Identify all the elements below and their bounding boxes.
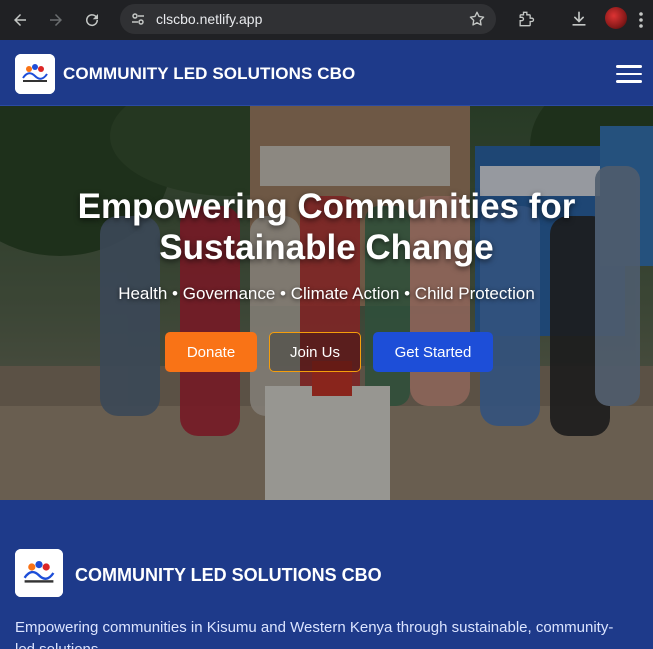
about-title: COMMUNITY LED SOLUTIONS CBO [75,565,382,585]
hero-title: Empowering Communities for Sustainable C… [0,186,653,268]
extensions-icon[interactable] [516,9,536,29]
more-menu-icon[interactable] [634,10,648,30]
brand-title[interactable]: COMMUNITY LED SOLUTIONS CBO [63,64,355,84]
profile-avatar[interactable] [605,7,627,29]
bookmark-star-icon[interactable] [468,10,486,28]
browser-toolbar: clscbo.netlify.app [0,0,653,40]
get-started-button[interactable]: Get Started [373,332,493,372]
site-info-icon[interactable] [130,11,146,27]
url-text: clscbo.netlify.app [156,11,263,27]
site-logo[interactable] [15,54,55,94]
footer-logo [15,549,63,597]
download-icon[interactable] [569,9,589,29]
about-description: Empowering communities in Kisumu and Wes… [15,619,614,649]
hero-section: Empowering Communities for Sustainable C… [0,106,653,500]
about-section: COMMUNITY LED SOLUTIONS CBO Empowering c… [0,500,653,649]
site-header: COMMUNITY LED SOLUTIONS CBO [0,40,653,106]
back-arrow-icon[interactable] [8,8,32,32]
hero-title-line-2: Sustainable Change [159,228,494,267]
hero-title-line-1: Empowering Communities for [77,187,576,226]
forward-arrow-icon[interactable] [44,8,68,32]
address-bar[interactable]: clscbo.netlify.app [120,4,496,34]
hamburger-menu-icon[interactable] [616,65,642,83]
donate-button[interactable]: Donate [165,332,257,372]
hero-subtitle: Health • Governance • Climate Action • C… [118,284,535,303]
join-us-button[interactable]: Join Us [269,332,361,372]
reload-icon[interactable] [80,8,104,32]
